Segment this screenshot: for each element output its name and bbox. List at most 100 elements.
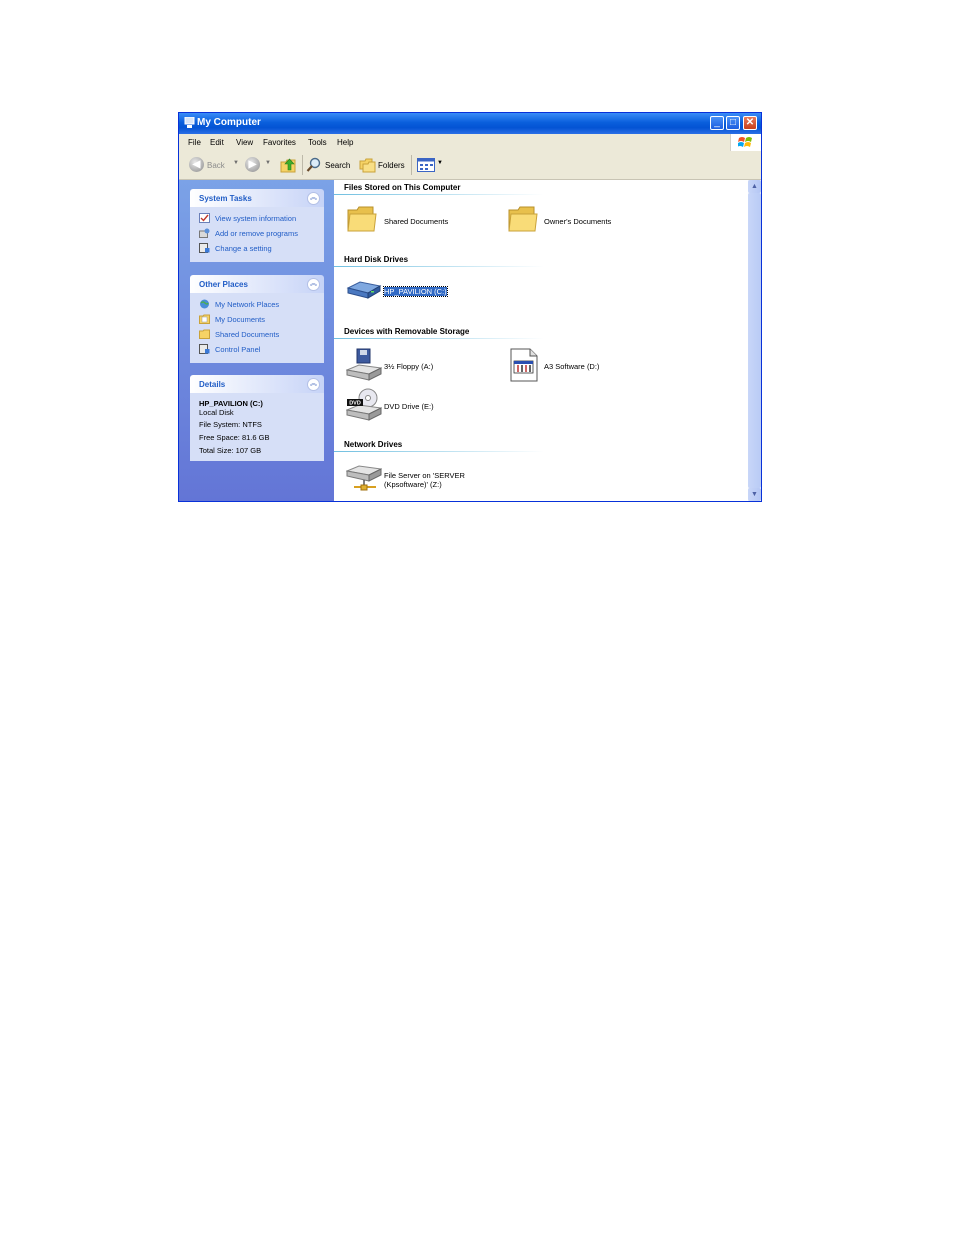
collapse-chevron-icon[interactable]: ︽	[307, 378, 320, 391]
add-remove-programs-icon	[199, 228, 210, 238]
shared-folder-icon	[199, 329, 210, 339]
close-button[interactable]: ✕	[743, 116, 757, 130]
menu-edit[interactable]: Edit	[210, 138, 224, 147]
section-divider	[334, 266, 544, 267]
panel-title: System Tasks	[199, 194, 252, 203]
back-dropdown-icon[interactable]: ▼	[233, 160, 239, 166]
minimize-button[interactable]: _	[710, 116, 724, 130]
place-my-network-places[interactable]: My Network Places	[190, 297, 324, 312]
maximize-button[interactable]: □	[726, 116, 740, 130]
owners-documents-folder-icon[interactable]	[508, 205, 538, 233]
menu-tools[interactable]: Tools	[308, 138, 327, 147]
search-icon[interactable]	[306, 157, 322, 173]
details-file-system: File System: NTFS	[199, 420, 262, 429]
network-drive-icon[interactable]	[346, 463, 382, 493]
task-label[interactable]: Add or remove programs	[215, 229, 298, 238]
control-panel-icon	[199, 243, 210, 253]
details-free-space: Free Space: 81.6 GB	[199, 433, 270, 442]
task-add-remove-programs[interactable]: Add or remove programs	[190, 226, 324, 241]
section-divider	[334, 451, 544, 452]
menu-help[interactable]: Help	[337, 138, 353, 147]
item-network-drive-line2[interactable]: (Kpsoftware)' (Z:)	[384, 480, 442, 489]
place-shared-documents[interactable]: Shared Documents	[190, 327, 324, 342]
views-icon[interactable]	[417, 158, 435, 172]
item-a3-software-drive[interactable]: A3 Software (D:)	[544, 362, 599, 371]
section-header-removable: Devices with Removable Storage	[344, 327, 470, 336]
windows-logo	[730, 134, 761, 151]
back-arrow-icon[interactable]: ◀	[189, 157, 204, 172]
place-my-documents[interactable]: My Documents	[190, 312, 324, 327]
scroll-thumb[interactable]	[748, 193, 761, 488]
panel-body: HP_PAVILION (C:) Local Disk File System:…	[190, 393, 324, 461]
back-button-label[interactable]: Back	[207, 161, 225, 170]
content-area: Files Stored on This Computer Shared Doc…	[334, 180, 748, 501]
title-bar[interactable]: My Computer _ □ ✕	[179, 113, 761, 134]
toolbar-separator	[302, 155, 303, 175]
section-header-network: Network Drives	[344, 440, 403, 449]
place-control-panel[interactable]: Control Panel	[190, 342, 324, 357]
panel-header[interactable]: Other Places ︽	[190, 275, 324, 293]
collapse-chevron-icon[interactable]: ︽	[307, 278, 320, 291]
menu-favorites[interactable]: Favorites	[263, 138, 296, 147]
folders-icon[interactable]	[359, 157, 376, 173]
a3-software-disc-icon[interactable]	[510, 348, 538, 382]
folders-button-label[interactable]: Folders	[378, 161, 405, 170]
place-label[interactable]: My Network Places	[215, 300, 279, 309]
item-hp-pavilion-drive[interactable]: HP_PAVILION (C:)	[383, 286, 448, 297]
shared-documents-folder-icon[interactable]	[347, 205, 377, 233]
my-documents-icon	[199, 314, 210, 324]
panel-header[interactable]: System Tasks ︽	[190, 189, 324, 207]
network-places-icon	[200, 299, 209, 309]
section-divider	[334, 338, 544, 339]
search-button-label[interactable]: Search	[325, 161, 350, 170]
collapse-chevron-icon[interactable]: ︽	[307, 192, 320, 205]
dvd-drive-icon[interactable]: DVD	[346, 388, 382, 422]
other-places-panel: Other Places ︽ My Network Places My Docu…	[190, 275, 324, 363]
up-folder-icon[interactable]	[279, 156, 297, 174]
item-shared-documents[interactable]: Shared Documents	[384, 217, 448, 226]
item-floppy-drive[interactable]: 3½ Floppy (A:)	[384, 362, 433, 371]
details-name: HP_PAVILION (C:)	[199, 399, 263, 408]
section-header-hard-disks: Hard Disk Drives	[344, 255, 409, 264]
task-label[interactable]: View system information	[215, 214, 296, 223]
floppy-drive-icon[interactable]	[346, 348, 382, 382]
section-header-files: Files Stored on This Computer	[344, 183, 461, 192]
forward-arrow-icon[interactable]: ▶	[245, 157, 260, 172]
windows-flag-icon	[738, 137, 752, 147]
hard-disk-icon[interactable]	[346, 278, 382, 302]
place-label[interactable]: My Documents	[215, 315, 265, 324]
menu-file[interactable]: File	[188, 138, 201, 147]
item-dvd-drive[interactable]: DVD Drive (E:)	[384, 402, 434, 411]
details-total-size: Total Size: 107 GB	[199, 446, 262, 455]
menu-view[interactable]: View	[236, 138, 253, 147]
details-type: Local Disk	[199, 408, 234, 417]
scroll-down-button[interactable]: ▼	[748, 488, 761, 501]
panel-body: My Network Places My Documents Shared Do…	[190, 293, 324, 363]
system-tasks-panel: System Tasks ︽ View system information A…	[190, 189, 324, 262]
task-pane: System Tasks ︽ View system information A…	[179, 180, 334, 501]
panel-body: View system information Add or remove pr…	[190, 207, 324, 262]
place-label[interactable]: Shared Documents	[215, 330, 279, 339]
scroll-up-button[interactable]: ▲	[748, 180, 761, 193]
toolbar: ◀ Back ▼ ▶ ▼ Search Folders ▼	[179, 151, 761, 180]
panel-title: Details	[199, 380, 226, 389]
my-computer-window: My Computer _ □ ✕ File Edit View Favorit…	[178, 112, 762, 502]
item-network-drive-line1[interactable]: File Server on 'SERVER	[384, 471, 465, 480]
task-label[interactable]: Change a setting	[215, 244, 272, 253]
window-title: My Computer	[197, 117, 261, 128]
dvd-badge-text: DVD	[349, 401, 361, 407]
item-owners-documents[interactable]: Owner's Documents	[544, 217, 611, 226]
toolbar-separator	[411, 155, 412, 175]
place-label[interactable]: Control Panel	[215, 345, 260, 354]
task-view-system-information[interactable]: View system information	[190, 211, 324, 226]
panel-header[interactable]: Details ︽	[190, 375, 324, 393]
control-panel-icon	[199, 344, 210, 354]
menu-bar: File Edit View Favorites Tools Help	[179, 134, 761, 152]
my-computer-icon	[184, 117, 195, 128]
section-divider	[334, 194, 544, 195]
task-change-setting[interactable]: Change a setting	[190, 241, 324, 256]
vertical-scrollbar[interactable]: ▲ ▼	[748, 180, 761, 501]
forward-dropdown-icon[interactable]: ▼	[265, 160, 271, 166]
system-info-icon	[199, 213, 210, 223]
views-dropdown-icon[interactable]: ▼	[437, 160, 443, 166]
